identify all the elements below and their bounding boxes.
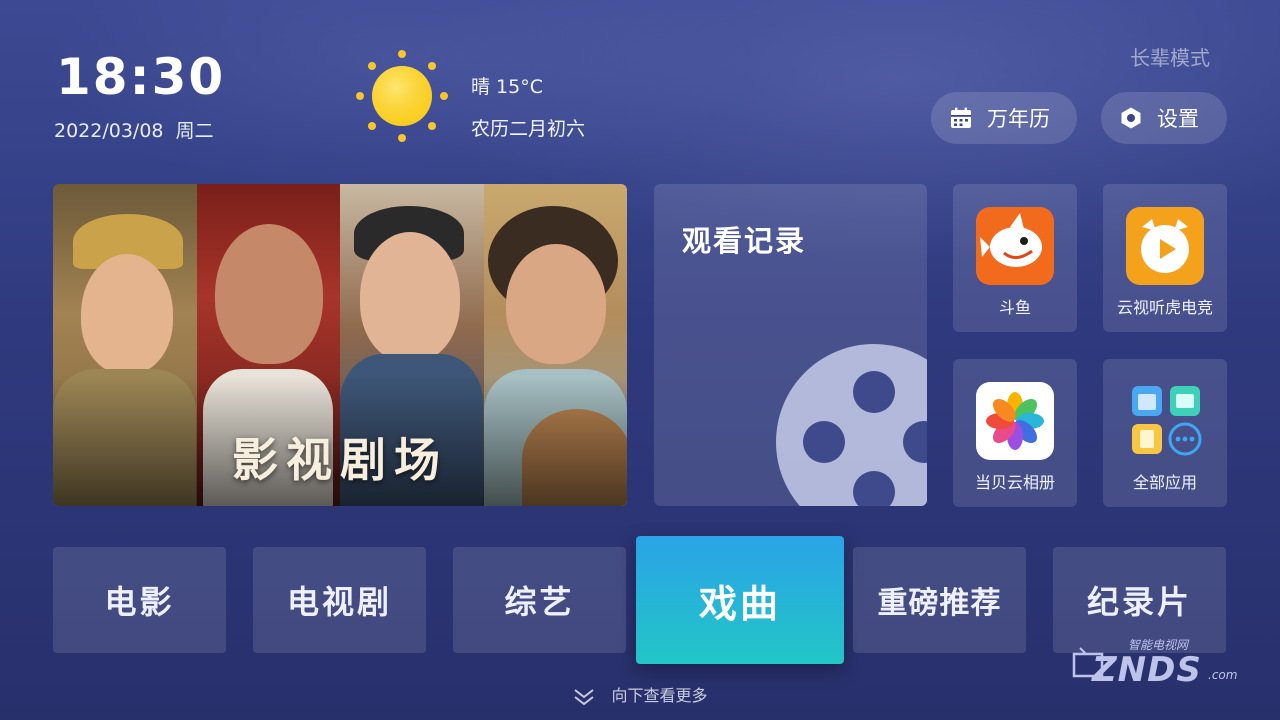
huya-tiger-icon [1126,207,1204,285]
watermark-main: ZNDS [1092,650,1202,690]
scroll-more-label: 向下查看更多 [611,686,708,705]
gear-icon [1121,107,1141,129]
app-tile-photos[interactable]: 当贝云相册 [953,359,1077,507]
watermark-suffix: .com [1208,668,1238,682]
film-reel-icon [776,344,927,506]
theater-banner[interactable]: 影视剧场 [53,184,627,506]
sun-icon [356,50,448,142]
app-tile-douyu[interactable]: 斗鱼 [953,184,1077,332]
app-grid-icon [1132,386,1202,456]
calendar-label: 万年历 [987,107,1050,131]
watch-history-card[interactable]: 观看记录 [654,184,927,506]
category-opera-focused[interactable]: 戏曲 [636,536,844,664]
watch-history-title: 观看记录 [682,224,807,258]
category-tv-series[interactable]: 电视剧 [253,547,426,653]
app-label-all-apps: 全部应用 [1132,473,1197,492]
category-variety[interactable]: 综艺 [453,547,626,653]
weather-text: 晴 15°C [471,76,543,98]
douyu-shark-icon [976,207,1054,285]
banner-title: 影视剧场 [232,433,448,487]
znds-watermark: 智能电视网 ZNDS .com [1068,632,1238,692]
calendar-button[interactable]: 万年历 [931,92,1077,144]
settings-button[interactable]: 设置 [1101,92,1227,144]
clock-time: 18:30 [56,48,226,106]
app-label-photos: 当贝云相册 [974,473,1055,492]
category-movies[interactable]: 电影 [53,547,226,653]
calendar-icon [951,107,971,128]
app-label-douyu: 斗鱼 [998,298,1031,317]
photo-flower-icon [976,382,1054,460]
senior-mode-label[interactable]: 长辈模式 [1130,42,1210,71]
category-featured[interactable]: 重磅推荐 [853,547,1026,653]
app-label-huya: 云视听虎电竞 [1116,298,1213,317]
app-tile-all-apps[interactable]: 全部应用 [1103,359,1227,507]
lunar-date: 农历二月初六 [471,118,586,140]
date-weekday: 2022/03/08 周二 [54,120,214,142]
chevron-double-down-icon [574,688,595,705]
settings-label: 设置 [1157,107,1199,131]
app-tile-huya[interactable]: 云视听虎电竞 [1103,184,1227,332]
